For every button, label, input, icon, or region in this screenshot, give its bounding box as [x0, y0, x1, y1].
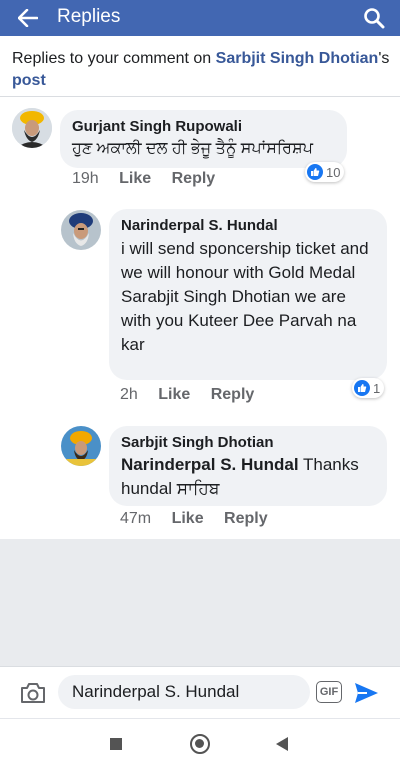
reply-button[interactable]: Reply [172, 170, 216, 188]
empty-area [0, 539, 400, 666]
back-arrow-icon[interactable] [10, 4, 46, 32]
comment-text: i will send sponcership ticket and we wi… [121, 239, 369, 354]
reaction-number: 1 [373, 380, 381, 396]
divider [0, 96, 400, 97]
post-link[interactable]: post [12, 72, 46, 89]
like-icon [354, 380, 370, 396]
header-suffix: 's [378, 50, 390, 67]
comment-actions: 19h Like Reply [72, 170, 215, 188]
camera-icon[interactable] [20, 681, 46, 705]
like-button[interactable]: Like [119, 170, 151, 188]
system-nav-bar [0, 718, 400, 768]
comment-time: 47m [120, 510, 152, 527]
comment-author[interactable]: Gurjant Singh Rupowali [72, 118, 335, 135]
comment-text: Narinderpal S. Hundal Thanks hundal ਸਾਹਿ… [121, 453, 375, 501]
gif-icon[interactable]: GIF [316, 681, 342, 703]
nav-home-icon[interactable] [190, 734, 210, 754]
mention-link[interactable]: Narinderpal S. Hundal [121, 455, 299, 474]
avatar[interactable] [12, 108, 52, 148]
avatar[interactable] [61, 426, 101, 466]
comment-bubble: Gurjant Singh Rupowali ਹੁਣ ਅਕਾਲੀ ਦਲ ਹੀ ਭ… [60, 110, 347, 168]
top-bar: Replies [0, 0, 400, 36]
comment-author[interactable]: Narinderpal S. Hundal [121, 217, 375, 234]
reply-input[interactable] [58, 675, 310, 709]
comment-author[interactable]: Sarbjit Singh Dhotian [121, 434, 375, 451]
reaction-count[interactable]: 1 [352, 378, 385, 398]
reply-button[interactable]: Reply [211, 386, 255, 404]
reaction-number: 10 [326, 164, 341, 180]
author-link[interactable]: Sarbjit Singh Dhotian [216, 50, 379, 67]
nav-back-icon[interactable] [276, 737, 288, 751]
comment-bubble: Sarbjit Singh Dhotian Narinderpal S. Hun… [109, 426, 387, 506]
like-button[interactable]: Like [172, 510, 204, 528]
comment-time: 19h [72, 170, 99, 187]
search-icon[interactable] [360, 4, 388, 32]
page-title: Replies [57, 6, 121, 27]
comment-text: ਹੁਣ ਅਕਾਲੀ ਦਲ ਹੀ ਭੇਜੂ ਤੈਨੂੰ ਸਪਾਂਸਰਿਸ਼ਪ [72, 140, 313, 157]
comment-actions: 47m Like Reply [120, 510, 268, 528]
like-icon [307, 164, 323, 180]
nav-recents-icon[interactable] [110, 738, 122, 750]
reply-composer: GIF [0, 666, 400, 719]
avatar[interactable] [61, 210, 101, 250]
send-icon[interactable] [352, 679, 380, 707]
reaction-count[interactable]: 10 [305, 162, 345, 182]
comment-bubble: Narinderpal S. Hundal i will send sponce… [109, 209, 387, 380]
reply-button[interactable]: Reply [224, 510, 268, 528]
replies-header: Replies to your comment on Sarbjit Singh… [12, 48, 392, 92]
header-prefix: Replies to your comment on [12, 50, 216, 67]
like-button[interactable]: Like [158, 386, 190, 404]
comment-actions: 2h Like Reply [120, 386, 254, 404]
comment-time: 2h [120, 386, 138, 403]
